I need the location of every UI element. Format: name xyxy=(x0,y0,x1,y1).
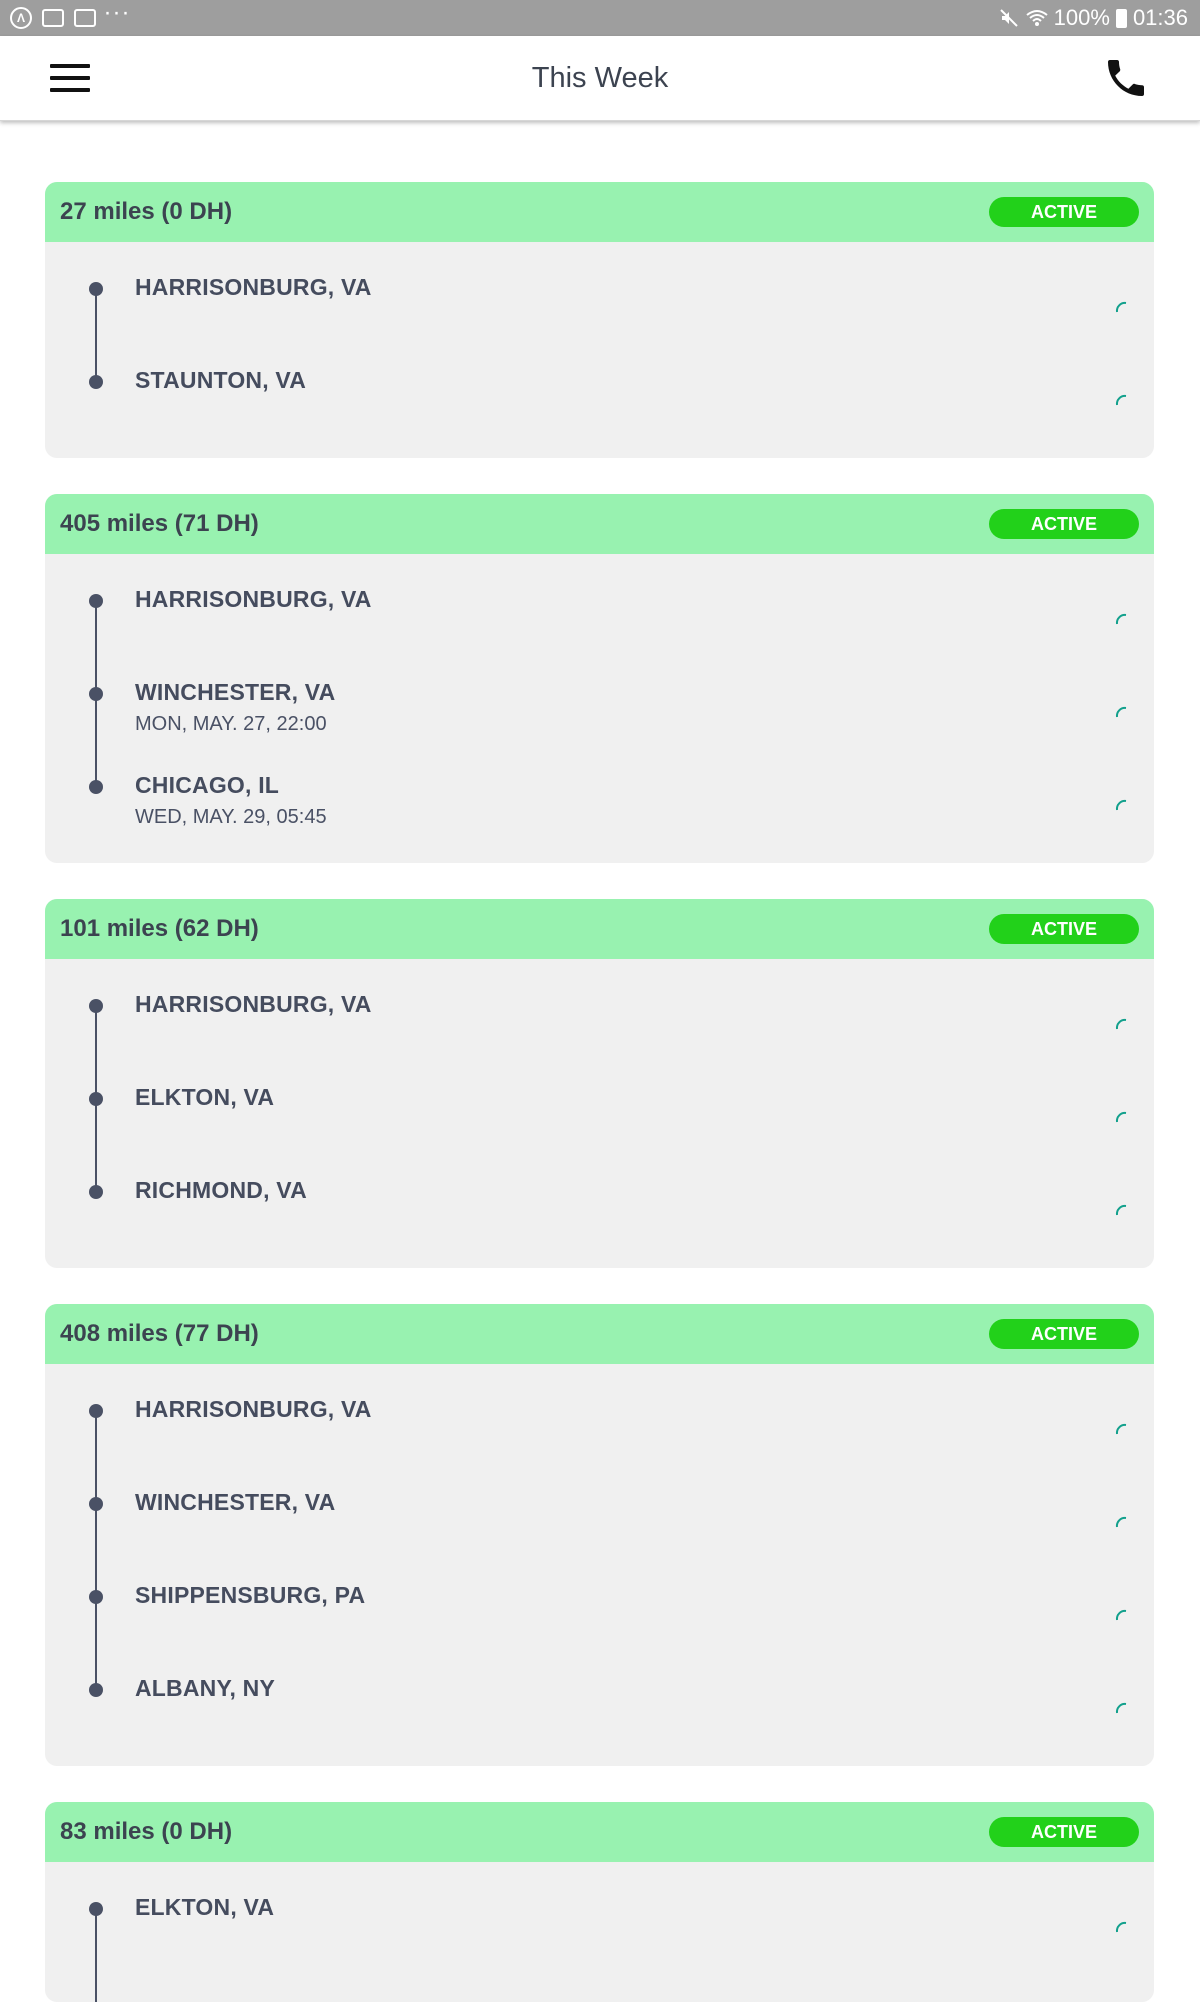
loading-spinner-icon xyxy=(1115,1111,1127,1123)
stop-item[interactable]: SHIPPENSBURG, PA xyxy=(45,1568,1154,1691)
mute-icon xyxy=(998,7,1020,29)
load-card-header: 27 miles (0 DH) ACTIVE xyxy=(45,182,1154,242)
stop-city: ELKTON, VA xyxy=(135,1894,275,1920)
battery-percent: 100% xyxy=(1053,5,1110,30)
load-card[interactable]: 405 miles (71 DH) ACTIVE HARRISONBURG, V… xyxy=(45,494,1154,863)
phone-icon[interactable] xyxy=(1102,54,1150,102)
stop-timeline: HARRISONBURG, VA WINCHESTER, VA SHIPPENS… xyxy=(45,1364,1154,1754)
stop-dot xyxy=(89,375,103,389)
more-dots-icon: ··· xyxy=(103,0,131,26)
battery-icon xyxy=(1115,8,1127,28)
stop-item[interactable]: HARRISONBURG, VA xyxy=(45,260,1154,383)
loading-spinner-icon xyxy=(1115,301,1127,313)
loading-spinner-icon xyxy=(1115,1018,1127,1030)
stop-dot xyxy=(89,1902,103,1916)
stop-city: ELKTON, VA xyxy=(135,1084,275,1110)
stop-timeline: HARRISONBURG, VA WINCHESTER, VA MON, MAY… xyxy=(45,554,1154,851)
timeline-connector xyxy=(95,1910,97,2002)
stop-item[interactable]: ELKTON, VA xyxy=(45,1070,1154,1193)
stop-item[interactable]: HARRISONBURG, VA xyxy=(45,1382,1154,1505)
stop-item[interactable]: ALBANY, NY xyxy=(45,1661,1154,1754)
stop-dot xyxy=(89,780,103,794)
stop-city: ALBANY, NY xyxy=(135,1675,276,1701)
load-miles: 101 miles (62 DH) xyxy=(60,915,259,942)
stop-dot xyxy=(89,282,103,296)
status-badge[interactable]: ACTIVE xyxy=(989,1319,1139,1349)
stop-dot xyxy=(89,1590,103,1604)
hamburger-icon[interactable] xyxy=(48,60,92,96)
stop-city: WINCHESTER, VA xyxy=(135,1489,336,1515)
status-bar-left: Λ ··· xyxy=(10,1,130,29)
loading-spinner-icon xyxy=(1115,1921,1127,1933)
load-miles: 83 miles (0 DH) xyxy=(60,1818,233,1845)
mail-icon xyxy=(74,9,96,27)
stop-dot xyxy=(89,1092,103,1106)
loading-spinner-icon xyxy=(1115,799,1127,811)
image-icon xyxy=(42,9,64,27)
stop-time: MON, MAY. 27, 22:00 xyxy=(135,713,327,735)
stop-dot xyxy=(89,999,103,1013)
loading-spinner-icon xyxy=(1115,1204,1127,1216)
stop-city: HARRISONBURG, VA xyxy=(135,586,372,612)
stop-dot xyxy=(89,687,103,701)
loading-spinner-icon xyxy=(1115,394,1127,406)
loading-spinner-icon xyxy=(1115,1423,1127,1435)
stop-city: WINCHESTER, VA xyxy=(135,679,336,705)
loading-spinner-icon xyxy=(1115,1516,1127,1528)
wifi-icon xyxy=(1026,7,1048,29)
stop-item[interactable]: HARRISONBURG, VA xyxy=(45,572,1154,695)
load-card-header: 408 miles (77 DH) ACTIVE xyxy=(45,1304,1154,1364)
app-bar: This Week xyxy=(0,36,1200,121)
stop-city: CHICAGO, IL xyxy=(135,772,280,798)
load-card[interactable]: 83 miles (0 DH) ACTIVE ELKTON, VA xyxy=(45,1802,1154,2002)
status-badge[interactable]: ACTIVE xyxy=(989,1817,1139,1847)
status-bar-right: 100% 01:36 xyxy=(998,5,1188,31)
stop-city: STAUNTON, VA xyxy=(135,367,307,393)
stop-timeline: HARRISONBURG, VA STAUNTON, VA xyxy=(45,242,1154,446)
status-bar: Λ ··· 100% 01:36 xyxy=(0,0,1200,36)
stop-dot xyxy=(89,1683,103,1697)
stop-item[interactable]: ELKTON, VA xyxy=(45,1880,1154,2002)
status-badge[interactable]: ACTIVE xyxy=(989,509,1139,539)
loading-spinner-icon xyxy=(1115,1702,1127,1714)
status-badge[interactable]: ACTIVE xyxy=(989,197,1139,227)
load-card-header: 83 miles (0 DH) ACTIVE xyxy=(45,1802,1154,1862)
stop-timeline: HARRISONBURG, VA ELKTON, VA RICHMOND, VA xyxy=(45,959,1154,1256)
stop-city: HARRISONBURG, VA xyxy=(135,991,372,1017)
stop-item[interactable]: WINCHESTER, VA xyxy=(45,1475,1154,1598)
load-card-header: 405 miles (71 DH) ACTIVE xyxy=(45,494,1154,554)
stop-item[interactable]: STAUNTON, VA xyxy=(45,353,1154,446)
stop-time: WED, MAY. 29, 05:45 xyxy=(135,806,327,828)
stop-dot xyxy=(89,1497,103,1511)
stop-timeline: ELKTON, VA xyxy=(45,1862,1154,2002)
load-miles: 27 miles (0 DH) xyxy=(60,198,233,225)
stop-city: HARRISONBURG, VA xyxy=(135,1396,372,1422)
stop-dot xyxy=(89,1404,103,1418)
stop-item[interactable]: WINCHESTER, VA MON, MAY. 27, 22:00 xyxy=(45,665,1154,788)
load-miles: 405 miles (71 DH) xyxy=(60,510,259,537)
stop-city: SHIPPENSBURG, PA xyxy=(135,1582,366,1608)
stop-item[interactable]: HARRISONBURG, VA xyxy=(45,977,1154,1100)
load-miles: 408 miles (77 DH) xyxy=(60,1320,259,1347)
stop-city: HARRISONBURG, VA xyxy=(135,274,372,300)
stop-dot xyxy=(89,1185,103,1199)
page-title: This Week xyxy=(531,61,669,94)
loading-spinner-icon xyxy=(1115,706,1127,718)
load-card[interactable]: 101 miles (62 DH) ACTIVE HARRISONBURG, V… xyxy=(45,899,1154,1268)
app-icon: Λ xyxy=(10,7,32,29)
clock: 01:36 xyxy=(1132,5,1188,30)
load-card-header: 101 miles (62 DH) ACTIVE xyxy=(45,899,1154,959)
stop-dot xyxy=(89,594,103,608)
status-badge[interactable]: ACTIVE xyxy=(989,914,1139,944)
loading-spinner-icon xyxy=(1115,1609,1127,1621)
load-card[interactable]: 27 miles (0 DH) ACTIVE HARRISONBURG, VA … xyxy=(45,182,1154,458)
load-card[interactable]: 408 miles (77 DH) ACTIVE HARRISONBURG, V… xyxy=(45,1304,1154,1766)
stop-city: RICHMOND, VA xyxy=(135,1177,307,1203)
loading-spinner-icon xyxy=(1115,613,1127,625)
stop-item[interactable]: RICHMOND, VA xyxy=(45,1163,1154,1256)
stop-item[interactable]: CHICAGO, IL WED, MAY. 29, 05:45 xyxy=(45,758,1154,851)
